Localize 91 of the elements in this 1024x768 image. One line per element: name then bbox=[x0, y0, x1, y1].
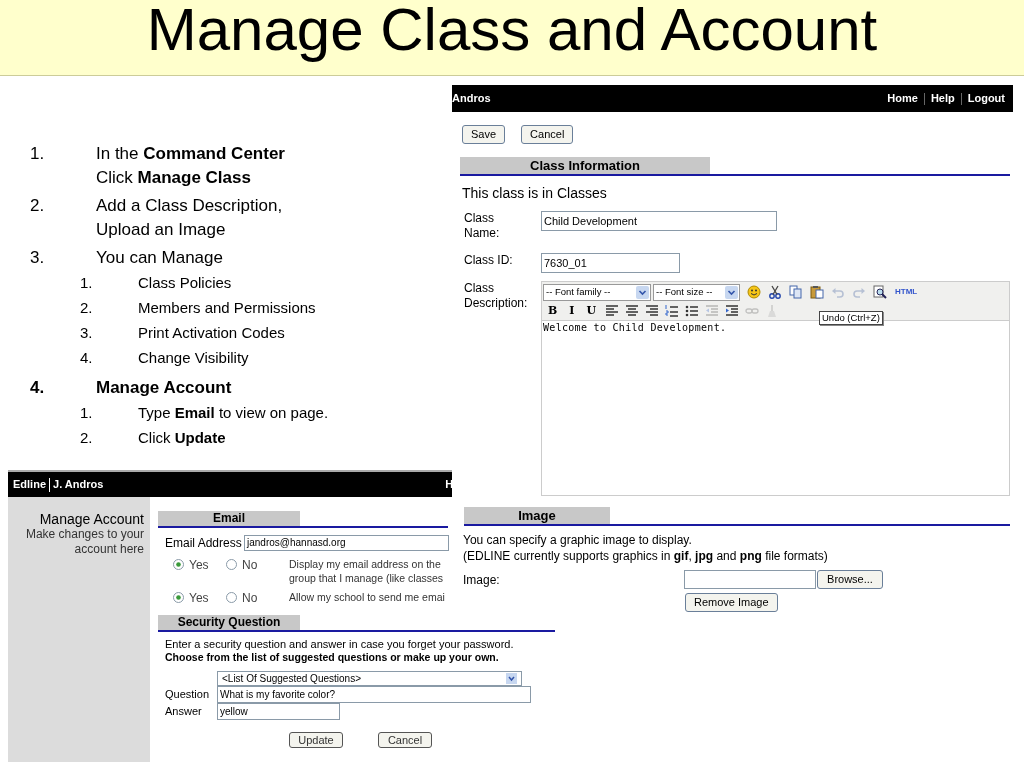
list-text: Change Visibility bbox=[138, 348, 249, 368]
list-number: 2. bbox=[80, 428, 94, 448]
user-name: J. Andros bbox=[53, 477, 104, 493]
list-text: You can Manage bbox=[96, 247, 223, 269]
list-text: Click Update bbox=[138, 428, 226, 448]
scissors-icon[interactable] bbox=[768, 285, 782, 299]
header-link[interactable]: H bbox=[445, 476, 454, 493]
indent-icon[interactable] bbox=[725, 304, 740, 318]
numbered-list-icon[interactable] bbox=[665, 304, 680, 318]
list-text: Class Policies bbox=[138, 273, 232, 293]
section-header: Email bbox=[158, 511, 300, 526]
sidebar-title: Manage Account bbox=[39, 511, 144, 527]
font-dropdown[interactable]: -- Font family -- bbox=[543, 283, 651, 301]
format-button[interactable]: I bbox=[566, 304, 578, 318]
sidebar-subtitle: Make changes to your account here bbox=[24, 527, 144, 557]
field-label: Answer bbox=[165, 704, 203, 720]
radio-label: No bbox=[242, 556, 258, 574]
email-field[interactable]: jandros@hannasd.org bbox=[244, 535, 449, 551]
radio-button[interactable] bbox=[173, 592, 184, 603]
location-text: This class is in Classes bbox=[462, 185, 608, 201]
list-text: Manage Account bbox=[96, 377, 232, 399]
browse-button[interactable]: Browse... bbox=[817, 570, 883, 589]
list-text: Upload an Image bbox=[96, 219, 227, 241]
list-text: Type Email to view on page. bbox=[138, 403, 329, 423]
list-text: Members and Permissions bbox=[138, 298, 316, 318]
field-label: Image: bbox=[463, 571, 501, 589]
copy-icon[interactable] bbox=[789, 285, 803, 299]
html-button[interactable]: HTML bbox=[894, 287, 919, 297]
brand-text: Edline bbox=[13, 477, 46, 493]
nav-link[interactable]: Logout bbox=[967, 90, 1005, 107]
list-number: 3. bbox=[80, 323, 94, 343]
magnifier-icon[interactable] bbox=[873, 285, 887, 299]
radio-button[interactable] bbox=[173, 559, 184, 570]
radio-label: No bbox=[242, 589, 258, 607]
clipboard-icon[interactable] bbox=[810, 285, 824, 299]
align-left-icon[interactable] bbox=[605, 304, 620, 318]
field-label: Email Address bbox=[165, 535, 243, 552]
form-button[interactable]: Save bbox=[462, 125, 506, 144]
instruction-text: Enter a security question and answer in case you forget your password. bbox=[165, 638, 515, 651]
align-right-icon[interactable] bbox=[645, 304, 660, 318]
smiley-icon[interactable] bbox=[747, 285, 761, 299]
field-label: Class Name: bbox=[464, 211, 501, 241]
option-text: Allow my school to send me emai bbox=[289, 590, 445, 604]
list-number: 4. bbox=[30, 377, 46, 399]
align-center-icon[interactable] bbox=[625, 304, 640, 318]
info-text: You can specify a graphic image to display. bbox=[463, 532, 693, 548]
bullet-list-icon[interactable] bbox=[685, 304, 700, 318]
list-text: In the Command Center bbox=[96, 143, 285, 165]
list-text: Print Activation Codes bbox=[138, 323, 285, 343]
file-field[interactable] bbox=[684, 570, 816, 589]
field-label: Class ID: bbox=[464, 253, 514, 268]
list-number: 1. bbox=[80, 273, 94, 293]
list-text: Add a Class Description, bbox=[96, 195, 283, 217]
radio-button[interactable] bbox=[226, 592, 237, 603]
dropdown-arrow-icon bbox=[506, 673, 517, 684]
format-button[interactable]: U bbox=[583, 304, 600, 318]
list-number: 2. bbox=[80, 298, 94, 318]
info-text: (EDLINE currently supports graphics in gif, jpg and png file formats) bbox=[463, 548, 829, 564]
text-field[interactable]: 7630_01 bbox=[541, 253, 680, 273]
slide-title: Manage Class and Account bbox=[146, 0, 878, 62]
list-number: 4. bbox=[80, 348, 94, 368]
question-dropdown[interactable]: <List Of Suggested Questions> bbox=[217, 671, 522, 686]
radio-button[interactable] bbox=[226, 559, 237, 570]
radio-label: Yes bbox=[189, 556, 209, 574]
nav-link[interactable]: Help bbox=[930, 90, 955, 107]
user-name: Andros bbox=[452, 91, 491, 107]
form-button[interactable]: Update bbox=[289, 732, 343, 748]
instruction-text: Choose from the list of suggested questions or make up your own. bbox=[165, 651, 500, 664]
option-text: group that I manage (like classes bbox=[289, 571, 444, 585]
nav-link[interactable]: Home bbox=[887, 90, 918, 107]
text-field[interactable]: Child Development bbox=[541, 211, 777, 231]
answer-field[interactable]: yellow bbox=[217, 703, 340, 720]
field-label: Question bbox=[165, 687, 211, 703]
form-button[interactable]: Cancel bbox=[378, 732, 432, 748]
section-header: Image bbox=[464, 507, 610, 524]
list-number: 3. bbox=[30, 247, 46, 269]
form-button[interactable]: Cancel bbox=[521, 125, 574, 144]
font-dropdown[interactable]: -- Font size -- bbox=[653, 283, 740, 301]
list-number: 1. bbox=[80, 403, 94, 423]
list-number: 1. bbox=[30, 143, 46, 165]
question-field[interactable]: What is my favorite color? bbox=[217, 686, 531, 703]
list-text: Click Manage Class bbox=[96, 167, 252, 189]
option-text: Display my email address on the bbox=[289, 557, 442, 571]
format-button[interactable]: B bbox=[545, 304, 561, 318]
section-header: Class Information bbox=[460, 157, 710, 174]
section-header: Security Question bbox=[158, 615, 300, 630]
tooltip: Undo (Ctrl+Z) bbox=[819, 311, 883, 325]
list-number: 2. bbox=[30, 195, 46, 217]
remove-image-button[interactable]: Remove Image bbox=[685, 593, 778, 612]
field-label: Class Description: bbox=[464, 281, 529, 311]
radio-label: Yes bbox=[189, 589, 209, 607]
